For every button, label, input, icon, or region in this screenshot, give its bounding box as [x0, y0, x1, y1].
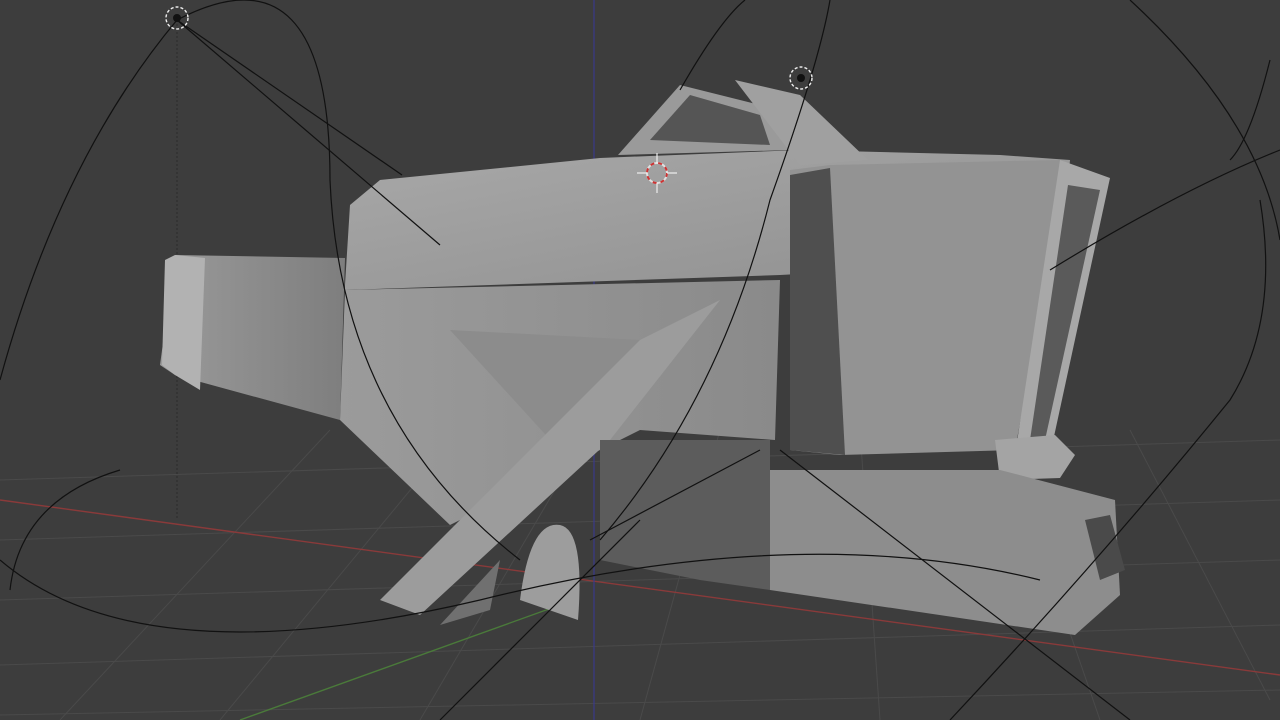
- mesh-object[interactable]: [160, 80, 1125, 635]
- mesh-lower-block[interactable]: [770, 470, 1120, 635]
- viewport-scene[interactable]: [0, 0, 1280, 720]
- y-axis-line: [239, 604, 561, 720]
- mesh-foot[interactable]: [520, 524, 580, 620]
- mesh-muzzle-edge[interactable]: [162, 255, 205, 390]
- 3d-viewport[interactable]: [0, 0, 1280, 720]
- mesh-lower-shadow[interactable]: [600, 440, 770, 590]
